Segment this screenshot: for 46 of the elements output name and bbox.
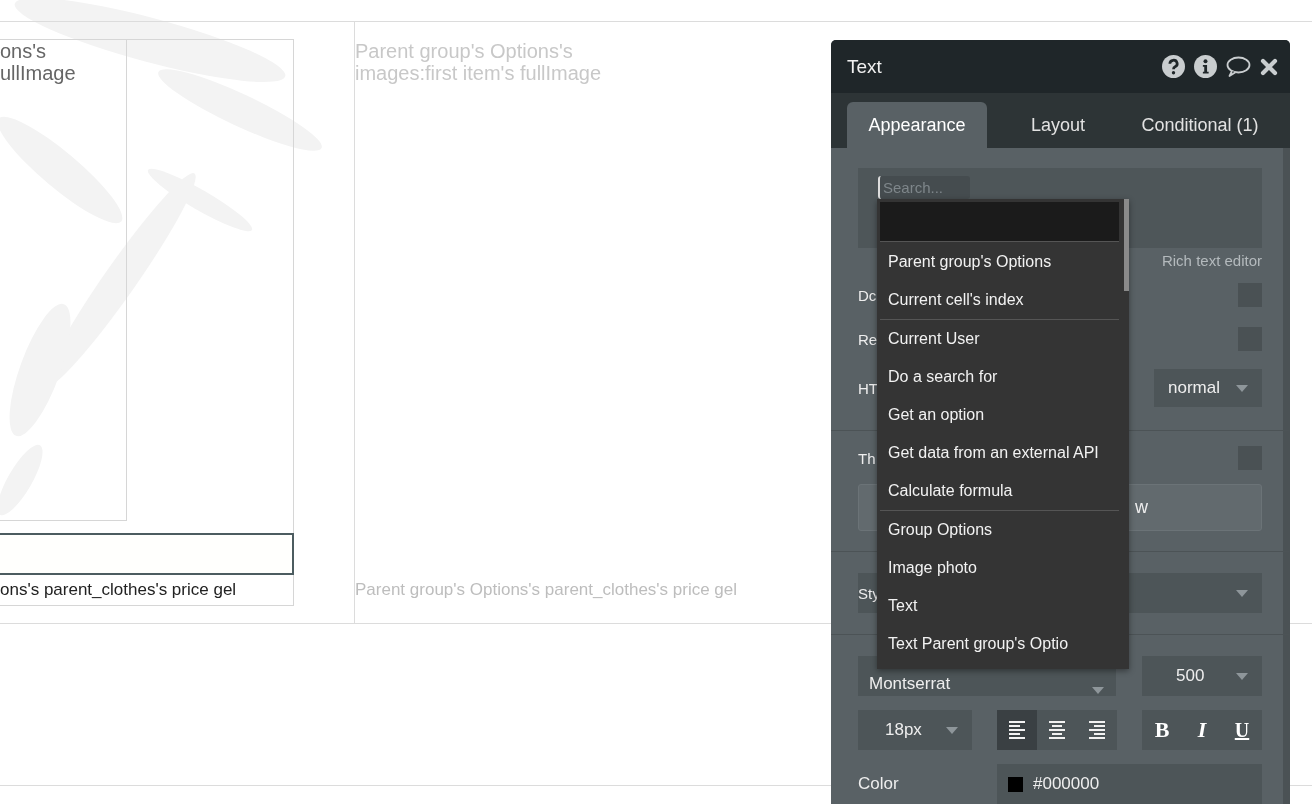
- scrollbar[interactable]: [1283, 148, 1290, 804]
- caret-icon: [1236, 589, 1248, 597]
- close-icon[interactable]: [1260, 57, 1278, 76]
- scrollbar-thumb[interactable]: [1124, 199, 1129, 291]
- field-label: HT: [858, 379, 878, 397]
- field-label: Color: [858, 773, 899, 794]
- menu-item[interactable]: Do a search for: [877, 358, 998, 396]
- text-style-button[interactable]: U: [1222, 710, 1262, 750]
- menu-item[interactable]: Calculate formula: [877, 472, 1013, 510]
- caret-icon: [1236, 672, 1248, 680]
- tab[interactable]: Conditional (1): [1129, 102, 1271, 148]
- menu-item[interactable]: Get data from an external API: [877, 434, 1099, 472]
- image-placeholder-text: ons's ullImage: [0, 40, 76, 84]
- menu-item[interactable]: Group Options: [877, 511, 993, 549]
- menu-item[interactable]: Get an option: [877, 396, 985, 434]
- align-center-icon: [1049, 721, 1065, 739]
- color-field[interactable]: #000000: [997, 764, 1262, 804]
- field-label: Dc: [858, 286, 877, 304]
- menu-item[interactable]: Image photo: [877, 549, 977, 587]
- price-text: Parent group's Options's parent_clothes's price gel: [355, 580, 738, 600]
- size-select[interactable]: 18px: [858, 710, 972, 750]
- input-field[interactable]: [0, 533, 294, 575]
- help-icon[interactable]: [1162, 55, 1185, 78]
- caret-icon: [1236, 384, 1248, 392]
- menu-item[interactable]: Current User: [877, 320, 980, 358]
- align-right-icon: [1089, 721, 1105, 739]
- info-icon[interactable]: [1194, 55, 1217, 78]
- dropdown-input[interactable]: [880, 202, 1119, 242]
- tab[interactable]: Appearance: [847, 102, 987, 148]
- align-left-icon: [1009, 721, 1025, 739]
- search-field[interactable]: Search...: [878, 176, 970, 199]
- menu-item[interactable]: Text: [877, 587, 918, 625]
- caret-icon: [1092, 687, 1104, 694]
- tab[interactable]: Layout: [987, 102, 1129, 148]
- dropdown-select[interactable]: normal: [1154, 369, 1262, 407]
- text-style-button[interactable]: I: [1182, 710, 1222, 750]
- text-style-button[interactable]: B: [1142, 710, 1182, 750]
- menu-item[interactable]: Current cell's index: [877, 281, 1024, 319]
- caret-icon: [946, 726, 958, 734]
- field-label: Th: [858, 449, 876, 467]
- comment-icon[interactable]: [1226, 55, 1251, 78]
- field-label: Re: [858, 330, 878, 348]
- panel-title: Text: [847, 55, 883, 78]
- align-button[interactable]: [997, 710, 1037, 750]
- price-text: ons's parent_clothes's price gel: [0, 580, 237, 600]
- weight-select[interactable]: 500: [1142, 656, 1262, 696]
